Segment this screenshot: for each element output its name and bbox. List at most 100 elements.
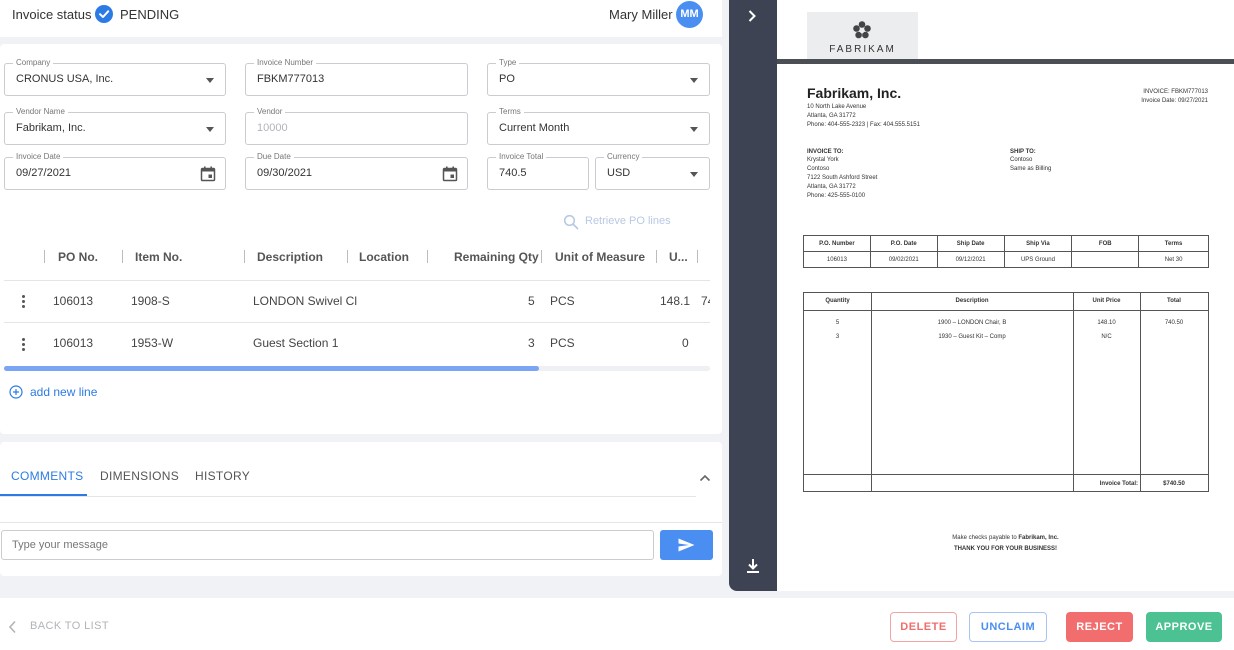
caret-down-icon — [690, 78, 698, 83]
column-separator[interactable] — [427, 250, 428, 263]
cell-po-no: 106013 — [53, 294, 94, 308]
reject-button[interactable]: REJECT — [1066, 612, 1133, 642]
cell-unit-price: 148.1 — [660, 294, 691, 308]
caret-down-icon — [206, 78, 214, 83]
column-header-remaining-qty[interactable]: Remaining Qty — [454, 250, 539, 264]
column-header-unit-price[interactable]: U... — [669, 250, 688, 264]
unclaim-button[interactable]: UNCLAIM — [969, 612, 1047, 642]
invoice-form-card: Company CRONUS USA, Inc. Invoice Number … — [0, 44, 722, 434]
currency-label: Currency — [604, 151, 643, 163]
approve-button[interactable]: APPROVE — [1146, 612, 1222, 642]
due-date-field[interactable]: Due Date 09/30/2021 — [245, 151, 468, 190]
cell-unit-price: 0 — [682, 336, 689, 350]
more-vertical-icon[interactable] — [22, 338, 26, 353]
doc-invoice-to-line: 7122 South Ashford Street — [807, 175, 878, 181]
doc-po-cell — [1071, 251, 1140, 268]
cell-unit-of-measure: PCS — [550, 336, 575, 350]
invoice-total-value: 740.5 — [499, 167, 527, 179]
download-icon[interactable] — [746, 558, 760, 577]
cell-item-no: 1908-S — [131, 294, 170, 308]
send-button[interactable] — [660, 530, 713, 560]
chevron-up-icon[interactable] — [699, 471, 711, 485]
back-to-list-label: BACK TO LIST — [30, 620, 109, 632]
doc-payable-note: Make checks payable to Fabrikam, Inc. — [777, 534, 1234, 543]
invoice-date-value: 09/27/2021 — [16, 167, 72, 179]
tab-dimensions[interactable]: DIMENSIONS — [100, 469, 179, 483]
delete-button[interactable]: DELETE — [890, 612, 957, 642]
calendar-icon[interactable] — [442, 166, 458, 185]
caret-down-icon — [690, 127, 698, 132]
doc-address-line: 10 North Lake Avenue — [807, 104, 867, 110]
check-circle-icon — [95, 5, 113, 23]
invoice-total-field[interactable]: Invoice Total 740.5 — [487, 151, 589, 190]
doc-items-header: Unit Price — [1092, 298, 1121, 304]
cell-description: LONDON Swivel Cl — [253, 294, 358, 308]
column-separator[interactable] — [347, 250, 348, 263]
action-footer: BACK TO LIST DELETE UNCLAIM REJECT APPRO… — [0, 598, 1234, 650]
doc-po-header: FOB — [1071, 235, 1140, 252]
doc-items-cell: N/C — [1101, 334, 1112, 340]
more-vertical-icon[interactable] — [22, 295, 26, 310]
column-header-location[interactable]: Location — [359, 250, 409, 264]
terms-select[interactable]: Terms Current Month — [487, 106, 710, 145]
column-separator[interactable] — [541, 250, 542, 263]
doc-ship-to-line: Contoso — [1010, 157, 1033, 163]
invoice-date-label: Invoice Date — [13, 151, 64, 163]
tab-comments[interactable]: COMMENTS — [11, 469, 83, 483]
currency-value: USD — [607, 167, 631, 179]
doc-address-line: Phone: 404-555-2323 | Fax: 404.555.5151 — [807, 122, 920, 128]
doc-po-cell: Net 30 — [1138, 251, 1209, 268]
doc-po-cell: UPS Ground — [1003, 251, 1073, 268]
column-separator[interactable] — [656, 250, 657, 263]
doc-items-cell: 740.50 — [1164, 320, 1184, 326]
column-header-description[interactable]: Description — [257, 250, 323, 264]
doc-invoice-date: Invoice Date: 09/27/2021 — [1141, 98, 1208, 104]
doc-ship-to-line: Same as Billing — [1010, 166, 1052, 172]
company-select[interactable]: Company CRONUS USA, Inc. — [4, 57, 226, 96]
doc-items-cell: 148.10 — [1097, 320, 1116, 326]
tab-history[interactable]: HISTORY — [195, 469, 250, 483]
invoice-document-preview: FABRIKAM Fabrikam, Inc. 10 North Lake Av… — [777, 0, 1234, 591]
type-label: Type — [496, 57, 520, 69]
comments-divider — [0, 522, 722, 523]
doc-po-cell: 09/02/2021 — [869, 251, 938, 268]
horizontal-scrollbar-thumb[interactable] — [4, 366, 539, 371]
column-header-unit-of-measure[interactable]: Unit of Measure — [555, 250, 645, 264]
doc-items-cell: 1930 – Guest Kit – Comp — [938, 334, 1006, 340]
calendar-icon[interactable] — [200, 166, 216, 185]
invoice-status-label: Invoice status — [12, 7, 92, 22]
caret-down-icon — [690, 172, 698, 177]
invoice-status-value: PENDING — [120, 7, 180, 22]
invoice-total-label: Invoice Total — [496, 151, 547, 163]
message-input[interactable] — [1, 530, 654, 560]
vendor-name-select[interactable]: Vendor Name Fabrikam, Inc. — [4, 106, 226, 145]
add-new-line-label: add new line — [30, 385, 98, 399]
doc-items-header: Quantity — [825, 298, 850, 304]
column-separator[interactable] — [122, 250, 123, 263]
doc-po-header: Ship Date — [936, 235, 1005, 252]
cell-po-no: 106013 — [53, 336, 94, 350]
company-label: Company — [13, 57, 54, 69]
doc-items-cell: 3 — [835, 334, 840, 340]
chevron-right-icon[interactable] — [746, 9, 758, 26]
column-header-po-no[interactable]: PO No. — [58, 250, 98, 264]
type-select[interactable]: Type PO — [487, 57, 710, 96]
plus-circle-icon — [9, 385, 23, 399]
invoice-date-field[interactable]: Invoice Date 09/27/2021 — [4, 151, 226, 190]
chevron-left-icon — [8, 620, 16, 634]
doc-invoice-to-line: Contoso — [807, 166, 830, 172]
doc-invoice-to-line: Krystal York — [807, 157, 839, 163]
column-separator[interactable] — [244, 250, 245, 263]
due-date-label: Due Date — [254, 151, 294, 163]
doc-po-cell: 106013 — [803, 251, 871, 268]
flower-logo-icon — [853, 21, 871, 39]
avatar[interactable]: MM — [676, 1, 703, 28]
column-separator[interactable] — [697, 250, 698, 263]
invoice-number-field[interactable]: Invoice Number FBKM777013 — [245, 57, 468, 96]
invoice-number-value: FBKM777013 — [257, 73, 325, 85]
doc-items-header: Total — [1167, 298, 1181, 304]
send-icon — [678, 538, 695, 552]
currency-select[interactable]: Currency USD — [595, 151, 710, 190]
column-separator[interactable] — [44, 250, 45, 263]
column-header-item-no[interactable]: Item No. — [135, 250, 182, 264]
